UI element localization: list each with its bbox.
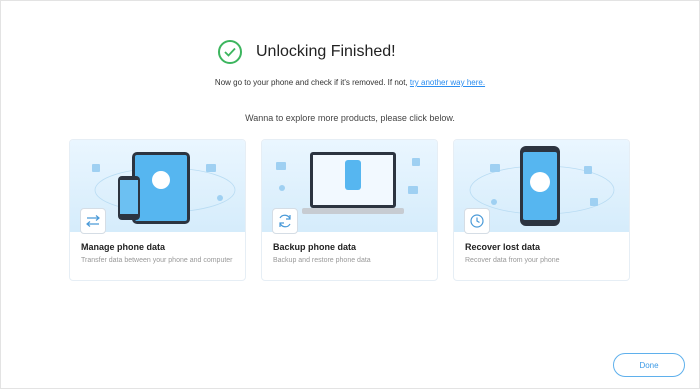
instruction-text: Now go to your phone and check if it's r… [0, 78, 700, 87]
page-title: Unlocking Finished! [256, 43, 396, 60]
refresh-cycle-icon [272, 208, 298, 234]
product-card-backup[interactable]: Backup phone data Backup and restore pho… [261, 139, 438, 281]
card-description: Recover data from your phone [465, 257, 560, 264]
result-header: Unlocking Finished! [218, 38, 396, 66]
card-description: Backup and restore phone data [273, 257, 371, 264]
alternative-method-link[interactable]: try another way here. [410, 78, 485, 87]
clock-history-icon [464, 208, 490, 234]
success-check-icon [218, 40, 242, 64]
product-card-recover[interactable]: Recover lost data Recover data from your… [453, 139, 630, 281]
done-button[interactable]: Done [613, 353, 685, 377]
card-description: Transfer data between your phone and com… [81, 257, 233, 264]
explore-prompt: Wanna to explore more products, please c… [245, 113, 455, 123]
transfer-arrows-icon [80, 208, 106, 234]
card-title: Recover lost data [465, 242, 541, 252]
product-card-manage[interactable]: Manage phone data Transfer data between … [69, 139, 246, 281]
card-title: Backup phone data [273, 242, 357, 252]
card-title: Manage phone data [81, 242, 166, 252]
instruction-message: Now go to your phone and check if it's r… [214, 78, 408, 87]
product-cards: Manage phone data Transfer data between … [69, 139, 630, 281]
